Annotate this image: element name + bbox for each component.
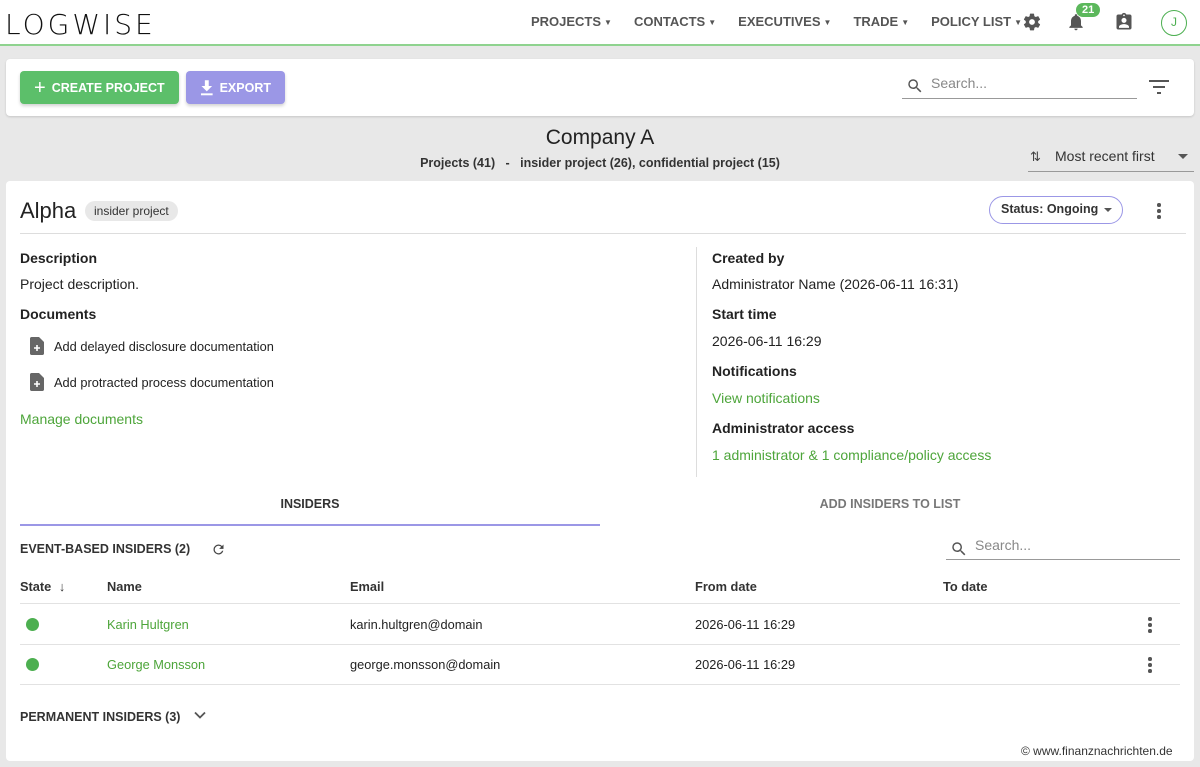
column-header-to-date[interactable]: To date	[943, 579, 988, 594]
row-more-icon[interactable]	[1142, 617, 1158, 635]
created-by-value: Administrator Name (2026-06-11 16:31)	[712, 276, 959, 292]
tab-add-insiders[interactable]: ADD INSIDERS TO LIST	[600, 497, 1180, 511]
documents-label: Documents	[20, 306, 97, 322]
menu-projects-label: PROJECTS	[530, 14, 602, 29]
menu-trade-label: TRADE	[853, 14, 899, 29]
search-icon	[908, 79, 922, 93]
insider-from-date: 2026-06-11 16:29	[695, 657, 796, 672]
arrow-down-icon: ↓	[58, 579, 66, 594]
create-project-label: CREATE PROJECT	[51, 80, 165, 95]
column-header-from-date[interactable]: From date	[695, 579, 757, 594]
caret-down-icon: ▼	[901, 18, 910, 28]
column-divider	[696, 247, 697, 477]
insider-name-link[interactable]: Karin Hultgren	[107, 617, 189, 632]
add-delayed-disclosure-doc[interactable]: Add delayed disclosure documentation	[30, 337, 274, 355]
insider-from-date: 2026-06-11 16:29	[695, 617, 796, 632]
insider-email: karin.hultgren@domain	[350, 617, 483, 632]
chevron-down-icon[interactable]	[194, 711, 206, 719]
sort-icon: ⇅	[1030, 149, 1041, 164]
projects-summary: Projects (41) - insider project (26), co…	[420, 156, 780, 170]
filter-icon[interactable]	[1149, 79, 1169, 95]
menu-executives-label: EXECUTIVES	[738, 14, 821, 29]
notifications-label: Notifications	[712, 363, 797, 379]
caret-down-icon	[1104, 208, 1112, 212]
caret-down-icon	[1178, 154, 1188, 159]
row-divider	[20, 603, 1180, 604]
doc-label: Add delayed disclosure documentation	[54, 338, 274, 354]
sort-select[interactable]: ⇅ Most recent first	[1028, 146, 1194, 172]
logo[interactable]: LOGWISE	[5, 8, 156, 41]
plus-icon: +	[34, 76, 46, 99]
project-card: Alpha insider project Status: Ongoing De…	[6, 181, 1194, 761]
row-more-icon[interactable]	[1142, 657, 1158, 675]
menu-projects[interactable]: PROJECTS ▼	[531, 14, 612, 29]
watermark: © www.finanznachrichten.de	[1018, 743, 1176, 759]
status-dropdown[interactable]: Status: Ongoing	[989, 196, 1123, 224]
menu-trade[interactable]: TRADE ▼	[853, 14, 909, 29]
download-icon	[200, 79, 213, 95]
insider-search	[946, 534, 1180, 560]
caret-down-icon: ▼	[604, 18, 612, 28]
insider-email: george.monsson@domain	[350, 657, 501, 672]
start-time-label: Start time	[712, 306, 777, 322]
caret-down-icon: ▼	[823, 18, 832, 28]
tab-insiders[interactable]: INSIDERS	[20, 497, 600, 511]
insider-name-link[interactable]: George Monsson	[107, 657, 205, 672]
menu-policy-list-label: POLICY LIST	[931, 14, 1012, 29]
company-title: Company A	[545, 126, 655, 149]
project-type-chip: insider project	[85, 201, 178, 221]
row-divider	[20, 684, 1180, 685]
menu-contacts-label: CONTACTS	[633, 14, 706, 29]
search-icon	[952, 542, 966, 556]
main-menu: PROJECTS ▼ CONTACTS ▼ EXECUTIVES ▼ TRADE ▼ P…	[531, 14, 1022, 29]
description-label: Description	[20, 250, 98, 266]
row-divider	[20, 644, 1180, 645]
notification-count-badge: 21	[1076, 3, 1101, 17]
insider-search-input[interactable]	[975, 537, 1175, 553]
created-by-label: Created by	[712, 250, 785, 266]
add-file-icon	[30, 337, 44, 355]
refresh-icon[interactable]	[211, 542, 226, 557]
active-tab-indicator	[20, 524, 600, 526]
gear-icon[interactable]	[1022, 12, 1042, 32]
doc-label: Add protracted process documentation	[54, 374, 274, 390]
header-divider	[20, 233, 1186, 234]
status-label: Status: Ongoing	[1001, 202, 1099, 216]
description-text: Project description.	[20, 276, 140, 292]
avatar[interactable]: J	[1161, 10, 1187, 36]
state-header-label: State	[20, 579, 52, 594]
caret-down-icon: ▼	[708, 18, 717, 28]
export-button[interactable]: EXPORT	[186, 71, 285, 104]
add-protracted-process-doc[interactable]: Add protracted process documentation	[30, 373, 274, 391]
create-project-button[interactable]: + CREATE PROJECT	[20, 71, 179, 104]
sort-label: Most recent first	[1055, 148, 1155, 164]
contact-badge-icon[interactable]	[1114, 12, 1134, 32]
caret-down-icon: ▼	[1014, 18, 1022, 28]
project-search-input[interactable]	[931, 75, 1131, 91]
manage-documents-link[interactable]: Manage documents	[20, 411, 143, 427]
project-more-icon[interactable]	[1151, 203, 1167, 221]
toolbar: + CREATE PROJECT EXPORT	[6, 59, 1194, 116]
menu-executives[interactable]: EXECUTIVES ▼	[738, 14, 831, 29]
start-time-value: 2026-06-11 16:29	[712, 333, 822, 349]
state-active-dot	[26, 658, 39, 671]
add-file-icon	[30, 373, 44, 391]
project-name: Alpha	[20, 198, 77, 223]
export-label: EXPORT	[219, 80, 271, 95]
admin-access-label: Administrator access	[712, 420, 855, 436]
admin-access-link[interactable]: 1 administrator & 1 compliance/policy ac…	[712, 447, 991, 463]
column-header-state[interactable]: State ↓	[20, 579, 65, 594]
menu-contacts[interactable]: CONTACTS ▼	[634, 14, 716, 29]
event-based-insiders-title: EVENT-BASED INSIDERS (2)	[20, 542, 191, 556]
project-search	[902, 71, 1137, 99]
permanent-insiders-title: PERMANENT INSIDERS (3)	[20, 710, 181, 724]
menu-policy-list[interactable]: POLICY LIST ▼	[931, 14, 1022, 29]
view-notifications-link[interactable]: View notifications	[712, 390, 820, 406]
top-nav: LOGWISE PROJECTS ▼ CONTACTS ▼ EXECUTIVES ▼ …	[0, 0, 1200, 46]
column-header-email[interactable]: Email	[350, 579, 384, 594]
column-header-name[interactable]: Name	[107, 579, 142, 594]
state-active-dot	[26, 618, 39, 631]
